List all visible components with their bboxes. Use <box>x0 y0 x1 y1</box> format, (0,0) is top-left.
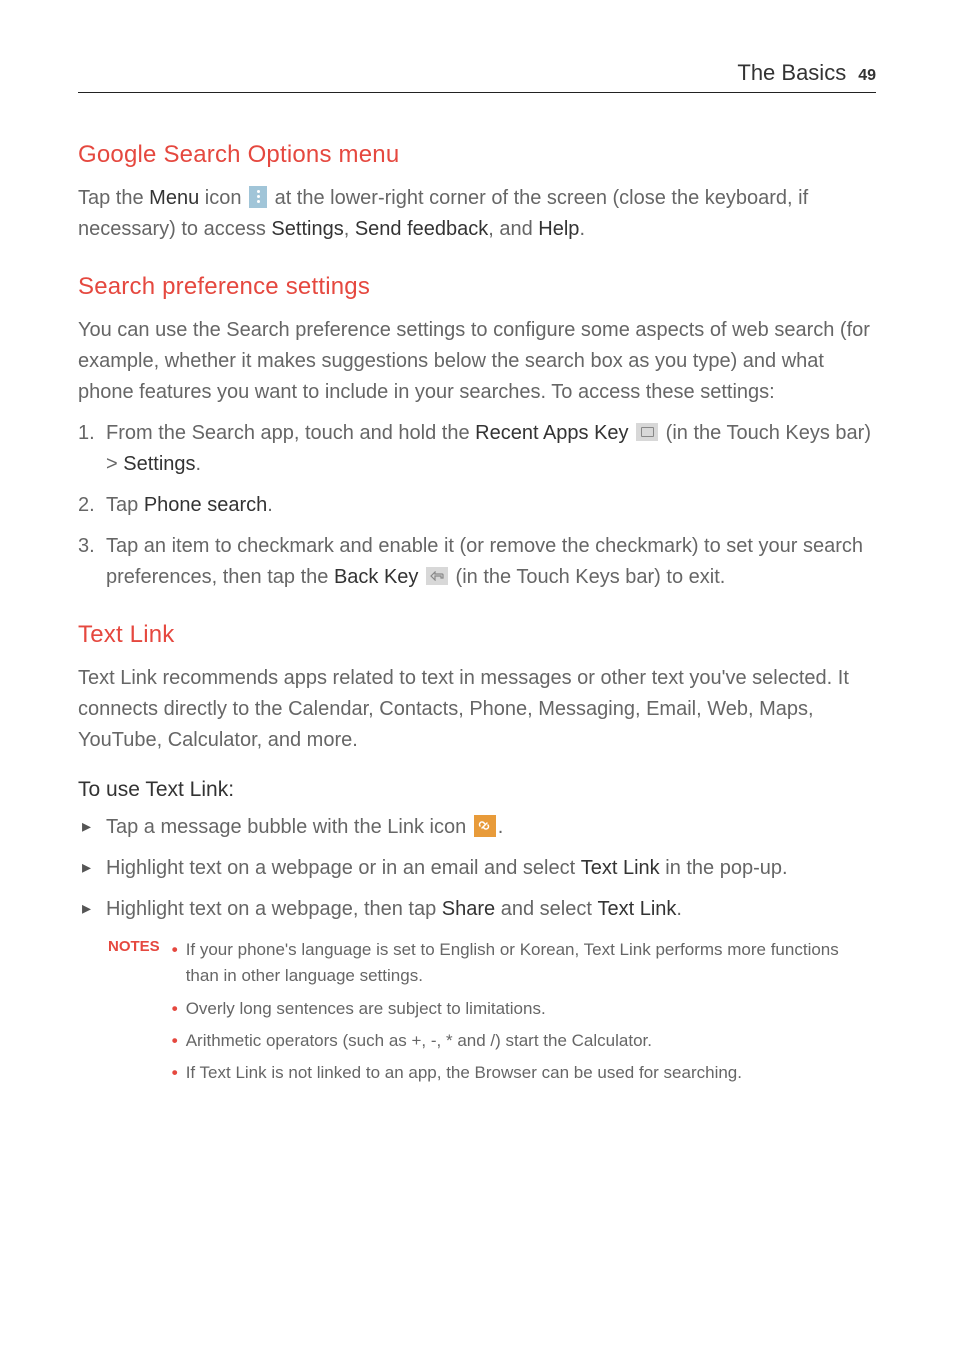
header-title: The Basics <box>737 60 846 86</box>
note-item: If your phone's language is set to Engli… <box>172 937 876 990</box>
notes-block: NOTES If your phone's language is set to… <box>78 937 876 1093</box>
note-item: Overly long sentences are subject to lim… <box>172 996 876 1022</box>
section-heading-text-link: Text Link <box>78 621 876 649</box>
usage-item-2: Highlight text on a webpage or in an ema… <box>78 853 876 884</box>
section3-paragraph: Text Link recommends apps related to tex… <box>78 663 876 756</box>
page-header: The Basics 49 <box>78 60 876 93</box>
usage-item-1: Tap a message bubble with the Link icon … <box>78 812 876 843</box>
note-item: Arithmetic operators (such as +, -, * an… <box>172 1028 876 1054</box>
notes-label: NOTES <box>108 937 172 1093</box>
text-link-usage-list: Tap a message bubble with the Link icon … <box>78 812 876 925</box>
subheading-use-text-link: To use Text Link: <box>78 778 876 802</box>
notes-list: If your phone's language is set to Engli… <box>172 937 876 1093</box>
section1-paragraph: Tap the Menu icon at the lower-right cor… <box>78 183 876 245</box>
step-3: Tap an item to checkmark and enable it (… <box>78 531 876 593</box>
section-heading-google-search: Google Search Options menu <box>78 141 876 169</box>
section-heading-search-preference: Search preference settings <box>78 273 876 301</box>
section2-paragraph: You can use the Search preference settin… <box>78 315 876 408</box>
back-key-icon <box>426 567 448 585</box>
header-page-number: 49 <box>858 67 876 85</box>
step-2: Tap Phone search. <box>78 490 876 521</box>
link-icon <box>474 815 496 837</box>
note-item: If Text Link is not linked to an app, th… <box>172 1060 876 1086</box>
step-1: From the Search app, touch and hold the … <box>78 418 876 480</box>
recent-apps-key-icon <box>636 423 658 441</box>
menu-icon <box>249 186 267 208</box>
search-preference-steps: From the Search app, touch and hold the … <box>78 418 876 593</box>
usage-item-3: Highlight text on a webpage, then tap Sh… <box>78 894 876 925</box>
